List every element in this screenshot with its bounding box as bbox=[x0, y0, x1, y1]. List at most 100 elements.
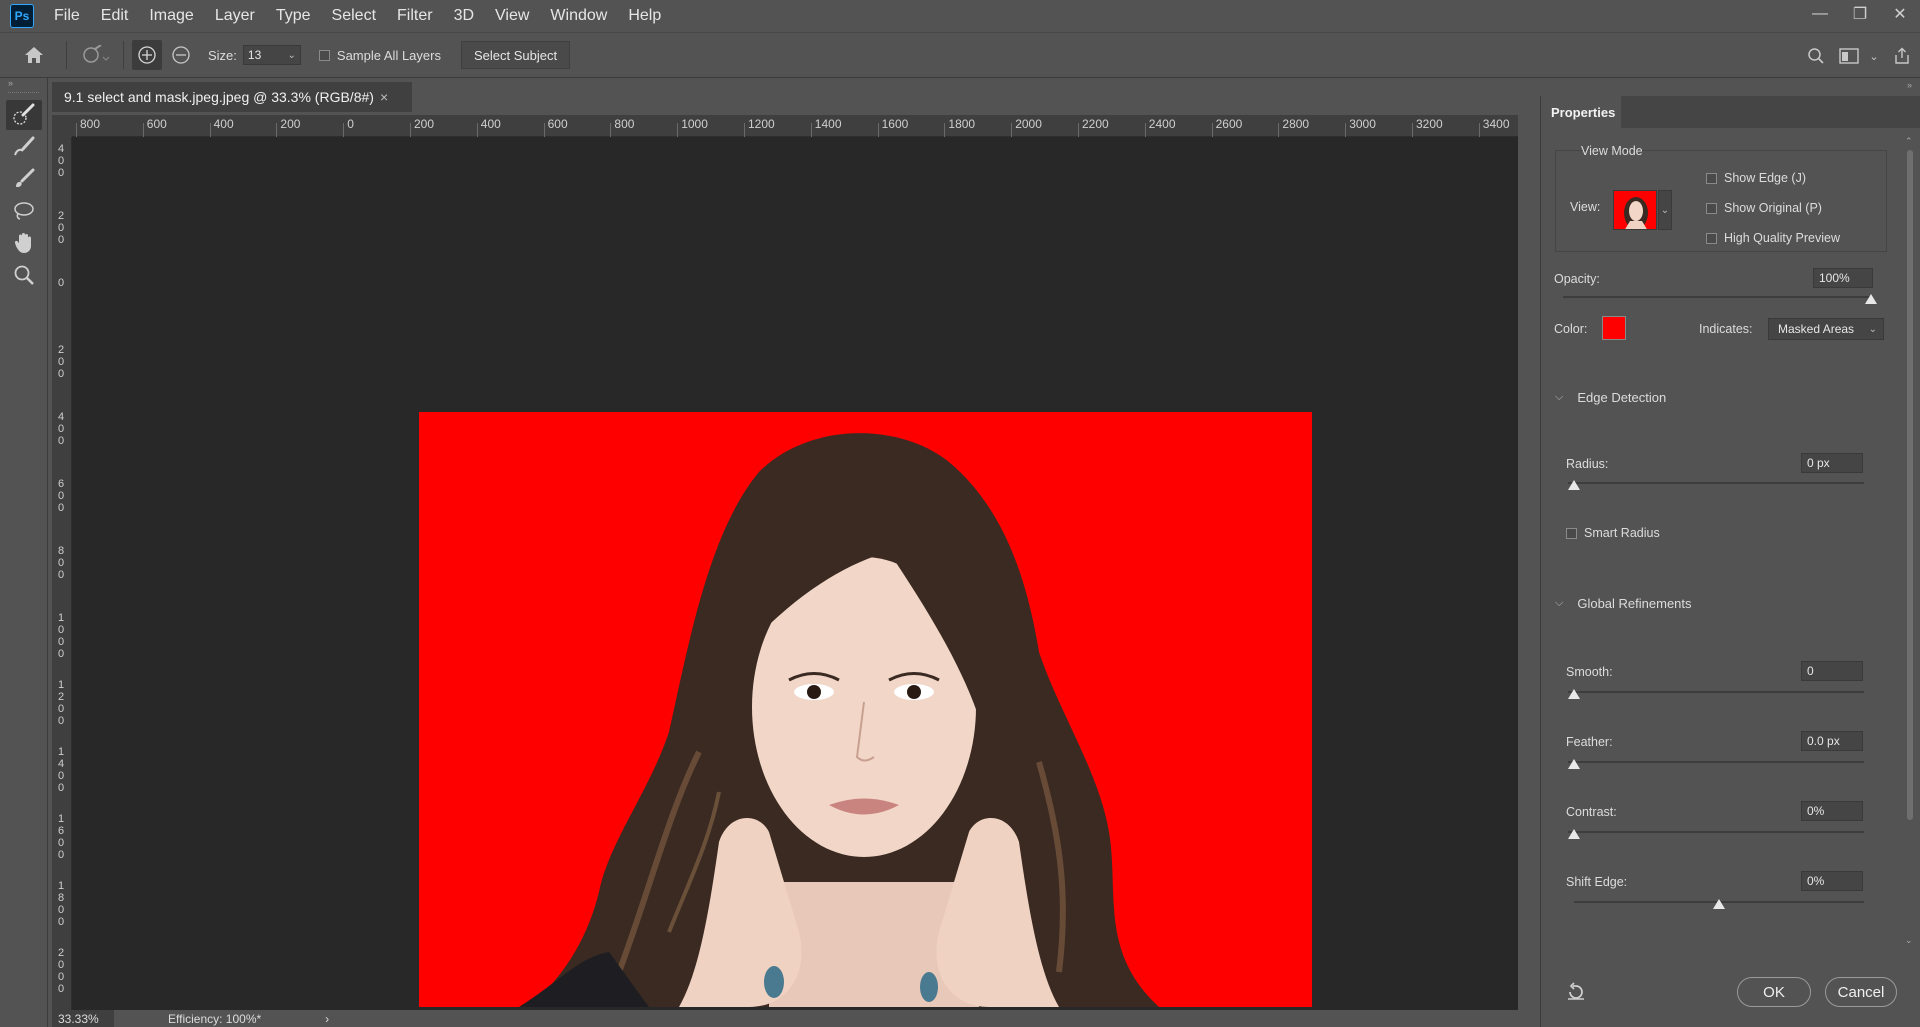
ruler-tick bbox=[276, 123, 278, 137]
zoom-tool-icon[interactable] bbox=[6, 260, 42, 290]
document-image[interactable] bbox=[419, 412, 1312, 1007]
share-icon[interactable] bbox=[1884, 47, 1920, 65]
smooth-slider-thumb[interactable] bbox=[1568, 689, 1580, 699]
reset-icon[interactable] bbox=[1563, 979, 1589, 1005]
show-original-checkbox[interactable] bbox=[1706, 202, 1717, 214]
zoom-level[interactable]: 33.33% bbox=[52, 1010, 114, 1027]
opacity-slider-thumb[interactable] bbox=[1865, 294, 1877, 304]
view-dropdown[interactable]: ⌄ bbox=[1658, 190, 1672, 230]
panel-expand-icon[interactable]: » bbox=[1907, 80, 1912, 90]
vertical-ruler[interactable]: 4002000200400600800100012001400160018002… bbox=[52, 137, 72, 1010]
smooth-input[interactable]: 0 bbox=[1801, 661, 1863, 681]
size-input[interactable]: 13 ⌄ bbox=[242, 45, 301, 65]
scroll-thumb[interactable] bbox=[1907, 150, 1913, 820]
brush-tool-icon[interactable] bbox=[6, 164, 42, 194]
scroll-up-icon[interactable]: ⌃ bbox=[1905, 136, 1913, 147]
ruler-label: 1400 bbox=[814, 117, 842, 131]
status-menu-arrow[interactable]: › bbox=[325, 1012, 329, 1026]
shift-edge-slider-thumb[interactable] bbox=[1713, 899, 1725, 909]
cancel-button[interactable]: Cancel bbox=[1825, 977, 1897, 1007]
refine-edge-brush-tool-icon[interactable] bbox=[6, 132, 42, 162]
view-thumbnail[interactable] bbox=[1613, 190, 1657, 230]
ruler-label: 400 bbox=[57, 411, 65, 447]
ruler-label: 1000 bbox=[681, 117, 708, 131]
tab-properties[interactable]: Properties bbox=[1541, 96, 1621, 128]
menu-help[interactable]: Help bbox=[628, 7, 661, 25]
menu-filter[interactable]: Filter bbox=[397, 7, 433, 25]
feather-slider-track[interactable] bbox=[1568, 761, 1864, 763]
contrast-input[interactable]: 0% bbox=[1801, 801, 1863, 821]
workspace-icon[interactable] bbox=[1834, 48, 1864, 64]
high-quality-preview-checkbox[interactable] bbox=[1706, 232, 1717, 244]
menu-3d[interactable]: 3D bbox=[454, 7, 474, 25]
menu-layer[interactable]: Layer bbox=[215, 7, 255, 25]
ruler-tick bbox=[1278, 123, 1280, 137]
ruler-label: 600 bbox=[57, 478, 65, 514]
feather-input[interactable]: 0.0 px bbox=[1801, 731, 1863, 751]
opacity-input[interactable]: 100% bbox=[1813, 268, 1873, 288]
ruler-tick bbox=[1144, 123, 1146, 137]
contrast-slider-thumb[interactable] bbox=[1568, 829, 1580, 839]
ruler-tick bbox=[610, 123, 612, 137]
smooth-label: Smooth: bbox=[1566, 665, 1613, 679]
menu-file[interactable]: File bbox=[54, 7, 80, 25]
menu-edit[interactable]: Edit bbox=[101, 7, 129, 25]
radius-input[interactable]: 0 px bbox=[1801, 453, 1863, 473]
radius-slider-track[interactable] bbox=[1568, 482, 1864, 484]
scroll-down-icon[interactable]: ⌄ bbox=[1905, 935, 1913, 946]
add-to-selection-icon[interactable] bbox=[132, 40, 162, 70]
select-subject-button[interactable]: Select Subject bbox=[460, 41, 571, 69]
restore-button[interactable]: ❐ bbox=[1840, 0, 1880, 28]
ruler-label: 400 bbox=[57, 143, 65, 179]
close-window-button[interactable]: ✕ bbox=[1880, 0, 1920, 28]
document-tab[interactable]: 9.1 select and mask.jpeg.jpeg @ 33.3% (R… bbox=[52, 82, 412, 112]
ruler-label: 800 bbox=[614, 117, 635, 131]
ruler-label: 1800 bbox=[57, 880, 65, 928]
search-icon[interactable] bbox=[1798, 47, 1834, 65]
chevron-down-icon[interactable]: ⌄ bbox=[1864, 50, 1884, 63]
menu-type[interactable]: Type bbox=[276, 7, 311, 25]
global-refinements-header[interactable]: ⌵ Global Refinements bbox=[1555, 596, 1692, 611]
ruler-corner bbox=[52, 115, 72, 137]
shift-edge-label: Shift Edge: bbox=[1566, 875, 1628, 889]
chevron-down-icon[interactable]: ⌄ bbox=[288, 50, 296, 61]
overlay-color-swatch[interactable] bbox=[1602, 316, 1626, 340]
contrast-label: Contrast: bbox=[1566, 805, 1617, 819]
subtract-from-selection-icon[interactable] bbox=[166, 40, 196, 70]
canvas-area[interactable] bbox=[72, 137, 1518, 1010]
properties-scrollbar[interactable]: ⌃ ⌄ bbox=[1903, 136, 1917, 946]
smart-radius-checkbox[interactable] bbox=[1566, 527, 1577, 539]
ruler-label: 600 bbox=[547, 117, 568, 131]
brush-preset-icon[interactable] bbox=[75, 40, 115, 70]
ruler-label: 3400 bbox=[1482, 117, 1510, 131]
smooth-slider-track[interactable] bbox=[1568, 691, 1864, 693]
minimize-button[interactable]: — bbox=[1800, 0, 1840, 28]
smart-radius-label: Smart Radius bbox=[1584, 526, 1660, 540]
contrast-slider-track[interactable] bbox=[1568, 831, 1864, 833]
panel-collapse-icon[interactable]: » bbox=[0, 78, 47, 92]
show-edge-checkbox[interactable] bbox=[1706, 172, 1717, 184]
hand-tool-icon[interactable] bbox=[6, 228, 42, 258]
indicates-dropdown[interactable]: Masked Areas ⌄ bbox=[1768, 318, 1884, 340]
ok-button[interactable]: OK bbox=[1737, 977, 1811, 1007]
horizontal-ruler[interactable]: 800 600 400 200 0 200 400 600 800 1000 1200 1400 160… bbox=[72, 115, 1518, 137]
shift-edge-input[interactable]: 0% bbox=[1801, 871, 1863, 891]
menu-window[interactable]: Window bbox=[550, 7, 607, 25]
radius-slider-thumb[interactable] bbox=[1568, 480, 1580, 490]
home-icon[interactable] bbox=[10, 40, 58, 70]
menu-select[interactable]: Select bbox=[332, 7, 376, 25]
opacity-slider-track[interactable] bbox=[1563, 296, 1871, 298]
ruler-label: 0 bbox=[347, 117, 354, 131]
global-refinements-title: Global Refinements bbox=[1577, 596, 1692, 611]
lasso-tool-icon[interactable] bbox=[6, 196, 42, 226]
menu-view[interactable]: View bbox=[495, 7, 529, 25]
quick-selection-tool-icon[interactable] bbox=[6, 100, 42, 130]
indicates-label: Indicates: bbox=[1699, 322, 1753, 336]
options-bar: Size: 13 ⌄ Sample All Layers Select Subj… bbox=[0, 32, 1920, 78]
edge-detection-header[interactable]: ⌵ Edge Detection bbox=[1555, 390, 1666, 405]
sample-all-layers-checkbox[interactable] bbox=[318, 49, 330, 61]
ruler-label: 800 bbox=[57, 545, 65, 581]
feather-slider-thumb[interactable] bbox=[1568, 759, 1580, 769]
close-tab-icon[interactable]: × bbox=[380, 89, 388, 105]
menu-image[interactable]: Image bbox=[149, 7, 193, 25]
